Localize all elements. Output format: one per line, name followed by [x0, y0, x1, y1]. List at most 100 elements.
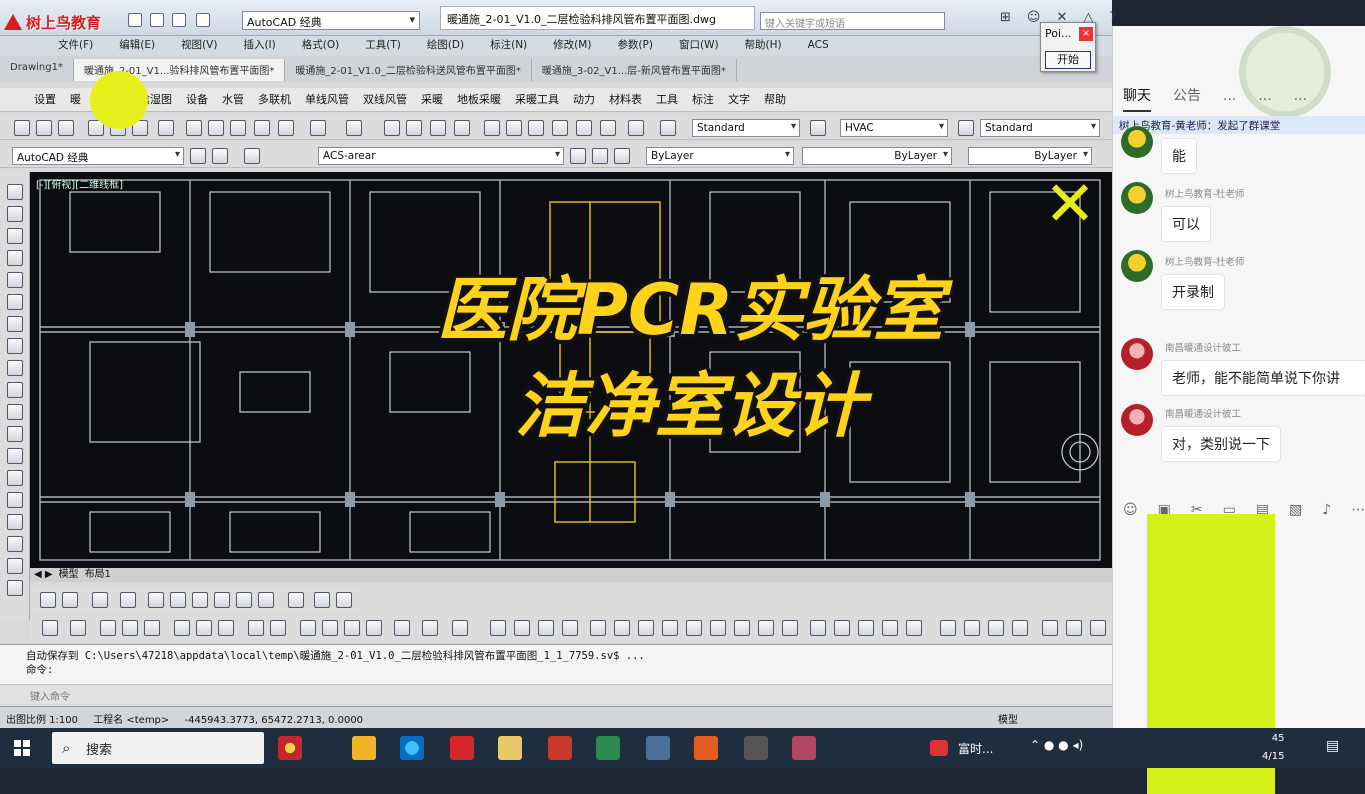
pan-icon[interactable]: [384, 120, 400, 136]
search-input[interactable]: 键入关键字或短语: [760, 12, 945, 30]
mtext-icon[interactable]: [7, 580, 23, 596]
layer-icon[interactable]: [120, 592, 136, 608]
avatar[interactable]: [1121, 250, 1153, 282]
open-file-icon[interactable]: [150, 13, 164, 27]
notepad-icon[interactable]: [498, 736, 522, 760]
menu-tools[interactable]: 工具(T): [365, 36, 401, 54]
lineweight-select[interactable]: ByLayer: [968, 147, 1092, 165]
avatar[interactable]: [1121, 126, 1153, 158]
start-button[interactable]: 开始: [1045, 51, 1091, 69]
close-icon[interactable]: ×: [1079, 27, 1093, 41]
paint-icon[interactable]: [792, 736, 816, 760]
hvac-menu-item[interactable]: 工具: [656, 88, 678, 111]
table-style-select[interactable]: Standard: [980, 119, 1100, 137]
tab-fresh-air-plan[interactable]: 暖通施_3-02_V1...层-新风管布置平面图*: [532, 59, 737, 81]
zoom-previous-icon[interactable]: [454, 120, 470, 136]
linetype-select[interactable]: ByLayer: [802, 147, 952, 165]
layer-icon[interactable]: [40, 592, 56, 608]
snap-icon[interactable]: [858, 620, 874, 636]
snap-icon[interactable]: [710, 620, 726, 636]
layer-prev-icon[interactable]: [592, 148, 608, 164]
menu-window[interactable]: 窗口(W): [679, 36, 719, 54]
hvac-menu-item[interactable]: 多联机: [258, 88, 291, 111]
hvac-menu-item[interactable]: 单线风管: [305, 88, 349, 111]
snap-icon[interactable]: [514, 620, 530, 636]
emoji-icon[interactable]: ☺: [1123, 502, 1138, 526]
ellipse-icon[interactable]: [7, 382, 23, 398]
zoom-icon[interactable]: [1066, 620, 1082, 636]
cut-icon[interactable]: [186, 120, 202, 136]
3d-print-icon[interactable]: [158, 120, 174, 136]
bell-icon[interactable]: ♪: [1322, 502, 1331, 526]
hvac-menu-item[interactable]: 采暖: [421, 88, 443, 111]
tray-icons[interactable]: ⌃ ● ● ◂): [1030, 738, 1083, 752]
snap-icon[interactable]: [882, 620, 898, 636]
hvac-menu-item[interactable]: 设备: [186, 88, 208, 111]
avatar[interactable]: [1121, 404, 1153, 436]
hvac-menu-item[interactable]: 帮助: [764, 88, 786, 111]
point-icon[interactable]: [7, 470, 23, 486]
region-icon[interactable]: [7, 536, 23, 552]
tab-drawing1[interactable]: Drawing1*: [0, 59, 74, 81]
tool-icon[interactable]: [988, 620, 1004, 636]
tab-supply-plan[interactable]: 暖通施_2-01_V1.0_二层检验科送风管布置平面图*: [285, 59, 532, 81]
menu-acs[interactable]: ACS: [808, 36, 829, 54]
snap-icon[interactable]: [638, 620, 654, 636]
tool-palettes-icon[interactable]: [528, 120, 544, 136]
plot-scale[interactable]: 出图比例 1:100: [6, 715, 78, 726]
menu-format[interactable]: 格式(O): [302, 36, 339, 54]
model-space-toggle[interactable]: 模型: [998, 711, 1018, 726]
command-input[interactable]: 键入命令: [0, 684, 1112, 704]
tool-icon[interactable]: [196, 620, 212, 636]
workspace-select[interactable]: AutoCAD 经典: [242, 11, 420, 30]
menu-draw[interactable]: 绘图(D): [427, 36, 464, 54]
snap-icon[interactable]: [490, 620, 506, 636]
lightbulb-icon[interactable]: [148, 592, 164, 608]
quickcalc-icon[interactable]: [600, 120, 616, 136]
menu-insert[interactable]: 插入(I): [243, 36, 275, 54]
zoom-icon[interactable]: [1090, 620, 1106, 636]
tool-icon[interactable]: [964, 620, 980, 636]
tab-announcement[interactable]: 公告: [1173, 84, 1201, 112]
layer-current-icon[interactable]: [614, 148, 630, 164]
text-style-icon[interactable]: [660, 120, 676, 136]
rectangle-icon[interactable]: [7, 272, 23, 288]
construction-line-icon[interactable]: [7, 206, 23, 222]
tab-files[interactable]: ...: [1223, 84, 1236, 112]
tool-icon[interactable]: [100, 620, 116, 636]
open-icon[interactable]: [36, 120, 52, 136]
stock-chart-icon[interactable]: [930, 740, 948, 756]
menu-view[interactable]: 视图(V): [181, 36, 217, 54]
lightbulb-icon[interactable]: [170, 592, 186, 608]
copy-icon[interactable]: [208, 120, 224, 136]
table-icon[interactable]: [422, 620, 438, 636]
layer-select[interactable]: ACS-arear: [318, 147, 564, 165]
tool-icon[interactable]: [174, 620, 190, 636]
snap-icon[interactable]: [686, 620, 702, 636]
gradient-icon[interactable]: [7, 514, 23, 530]
binoculars-icon[interactable]: ⊞: [1000, 10, 1011, 25]
tool-icon[interactable]: [122, 620, 138, 636]
hvac-menu-item[interactable]: 地板采暖: [457, 88, 501, 111]
redo-icon[interactable]: [196, 13, 210, 27]
save-icon[interactable]: [58, 120, 74, 136]
viewport-label[interactable]: [-][俯视][二维线框]: [36, 176, 123, 191]
arc-icon[interactable]: [7, 294, 23, 310]
edge-browser-icon[interactable]: [400, 736, 424, 760]
pdf-reader-icon[interactable]: [450, 736, 474, 760]
lock-icon[interactable]: [258, 592, 274, 608]
sun-icon[interactable]: [192, 592, 208, 608]
block-editor-icon[interactable]: [278, 120, 294, 136]
tool-icon[interactable]: [42, 620, 58, 636]
undo-icon[interactable]: [310, 120, 326, 136]
tab-more[interactable]: ...: [1294, 84, 1307, 112]
paste-icon[interactable]: [230, 120, 246, 136]
tool-icon[interactable]: [300, 620, 316, 636]
tool-icon[interactable]: [366, 620, 382, 636]
help-icon[interactable]: [628, 120, 644, 136]
tab-layout1[interactable]: 布局1: [85, 568, 111, 582]
snap-icon[interactable]: [614, 620, 630, 636]
sun-icon[interactable]: [214, 592, 230, 608]
menu-edit[interactable]: 编辑(E): [119, 36, 155, 54]
help-icon[interactable]: ?: [1109, 10, 1116, 25]
